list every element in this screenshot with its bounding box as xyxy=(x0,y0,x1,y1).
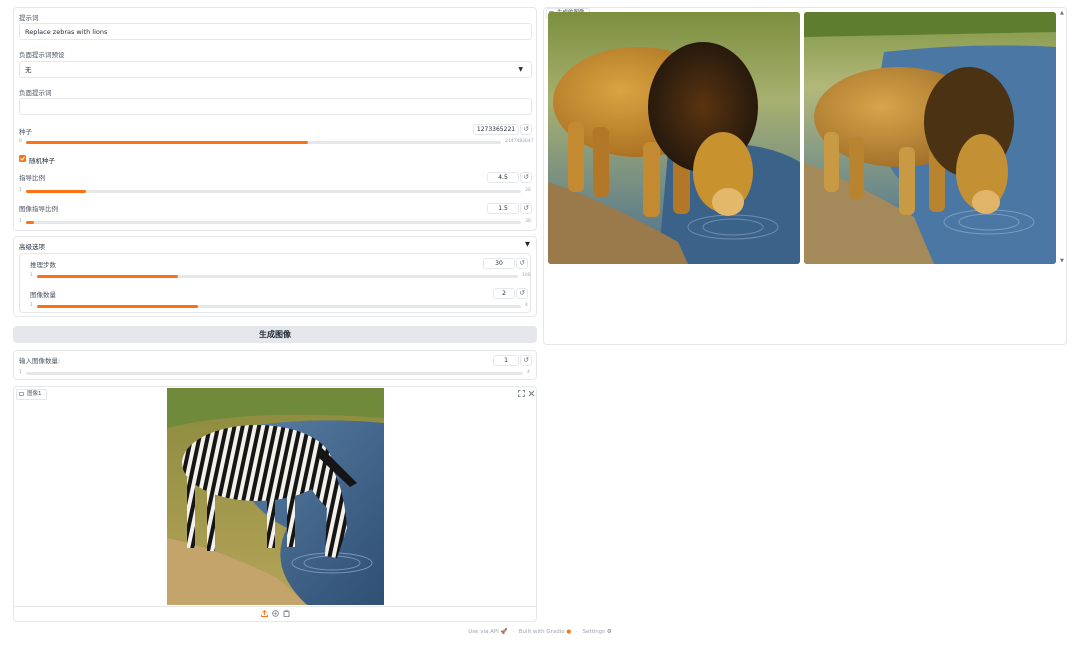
gradio-logo-icon: ● xyxy=(566,629,572,635)
steps-slider[interactable] xyxy=(37,275,518,278)
seed-reset-icon[interactable]: ↺ xyxy=(520,124,532,135)
image-guidance-max: 30 xyxy=(525,219,531,224)
built-with-gradio-link[interactable]: Built with Gradio xyxy=(519,629,565,635)
input-count-label: 输入图像数量: xyxy=(19,357,61,365)
steps-reset-icon[interactable]: ↺ xyxy=(516,258,528,269)
dropdown-arrow-icon: ▼ xyxy=(518,66,523,73)
steps-label: 推理步数 xyxy=(30,261,56,269)
guidance-reset-icon[interactable]: ↺ xyxy=(520,172,532,183)
generate-button-label: 生成图像 xyxy=(259,330,291,339)
num-images-slider[interactable] xyxy=(37,305,521,308)
settings-link[interactable]: Settings xyxy=(582,629,605,635)
upload-icon[interactable] xyxy=(261,610,268,617)
image-guidance-min: 1 xyxy=(19,219,22,224)
fullscreen-icon[interactable] xyxy=(518,390,525,397)
input-count-number-input[interactable]: 1 xyxy=(493,355,519,366)
clear-icon[interactable] xyxy=(528,390,535,397)
input-count-panel: 输入图像数量: 1 ↺ 1 4 xyxy=(13,350,537,380)
negative-preset-label: 负面提示词预设 xyxy=(19,51,65,59)
seed-slider[interactable] xyxy=(26,141,501,144)
input-image-toolbar-divider xyxy=(14,606,536,607)
num-images-label: 图像数量 xyxy=(30,291,56,299)
image-icon xyxy=(19,392,24,396)
gallery-image-1[interactable] xyxy=(548,12,800,264)
negative-prompt-label: 负面提示词 xyxy=(19,89,52,97)
advanced-options-accordion: 高级选项 ▼ 推理步数 30 ↺ 1 100 图像数量 2 ↺ 1 4 xyxy=(13,236,537,317)
image-guidance-label: 图像指导比例 xyxy=(19,205,58,213)
steps-max: 100 xyxy=(522,273,531,278)
guidance-slider[interactable] xyxy=(26,190,521,193)
output-gallery-panel: 生成的图像 ▲ ▼ xyxy=(543,7,1067,345)
advanced-options-header[interactable]: 高级选项 ▼ xyxy=(14,237,536,252)
input-count-reset-icon[interactable]: ↺ xyxy=(520,355,532,366)
input-image-panel: 图像1 xyxy=(13,386,537,622)
advanced-options-body: 推理步数 30 ↺ 1 100 图像数量 2 ↺ 1 4 xyxy=(19,253,531,313)
steps-min: 1 xyxy=(30,273,33,278)
prompt-label: 提示词 xyxy=(19,14,39,22)
rocket-icon: 🚀 xyxy=(500,629,508,635)
seed-min: 0 xyxy=(19,139,22,144)
negative-prompt-input[interactable] xyxy=(19,98,532,115)
use-via-api-link[interactable]: Use via API xyxy=(468,629,499,635)
collapse-toggle-icon: ▼ xyxy=(525,240,530,248)
input-count-min: 1 xyxy=(19,370,22,375)
footer: Use via API 🚀 · Built with Gradio ● · Se… xyxy=(0,629,1080,635)
prompt-input[interactable]: Replace zebras with lions xyxy=(19,23,532,40)
guidance-label: 指导比例 xyxy=(19,174,45,182)
random-seed-label: 随机种子 xyxy=(29,157,55,165)
gallery-scroll-up-icon[interactable]: ▲ xyxy=(1060,10,1064,16)
image-guidance-number-input[interactable]: 1.5 xyxy=(487,203,519,214)
guidance-min: 1 xyxy=(19,188,22,193)
seed-label: 种子 xyxy=(19,128,32,136)
checkmark-icon xyxy=(20,156,26,161)
input-image xyxy=(167,388,384,605)
advanced-options-title: 高级选项 xyxy=(19,243,45,251)
gallery-scroll-down-icon[interactable]: ▼ xyxy=(1060,258,1064,264)
clipboard-icon[interactable] xyxy=(283,610,290,617)
steps-number-input[interactable]: 30 xyxy=(483,258,515,269)
num-images-max: 4 xyxy=(525,303,528,308)
guidance-max: 30 xyxy=(525,188,531,193)
image-guidance-slider[interactable] xyxy=(26,221,521,224)
webcam-icon[interactable] xyxy=(272,610,279,617)
random-seed-checkbox[interactable] xyxy=(19,155,26,162)
generate-button[interactable]: 生成图像 xyxy=(13,326,537,343)
input-image-label: 图像1 xyxy=(27,391,42,397)
input-image-label-chip: 图像1 xyxy=(16,389,47,400)
footer-separator-2: · xyxy=(575,629,578,635)
guidance-number-input[interactable]: 4.5 xyxy=(487,172,519,183)
footer-separator: · xyxy=(512,629,514,635)
num-images-min: 1 xyxy=(30,303,33,308)
parameters-panel: 提示词 Replace zebras with lions 负面提示词预设 无 … xyxy=(13,7,537,231)
num-images-reset-icon[interactable]: ↺ xyxy=(516,288,528,299)
input-count-slider[interactable] xyxy=(26,372,523,375)
gallery-image-2[interactable] xyxy=(804,12,1056,264)
seed-number-input[interactable]: 1273365221 xyxy=(473,124,519,135)
image-guidance-reset-icon[interactable]: ↺ xyxy=(520,203,532,214)
seed-max: 2147483647 xyxy=(505,139,534,144)
negative-preset-dropdown[interactable]: 无 ▼ xyxy=(19,61,532,78)
num-images-number-input[interactable]: 2 xyxy=(493,288,515,299)
input-count-max: 4 xyxy=(527,370,530,375)
negative-preset-value: 无 xyxy=(25,66,32,74)
gear-icon: ⚙ xyxy=(606,629,612,635)
